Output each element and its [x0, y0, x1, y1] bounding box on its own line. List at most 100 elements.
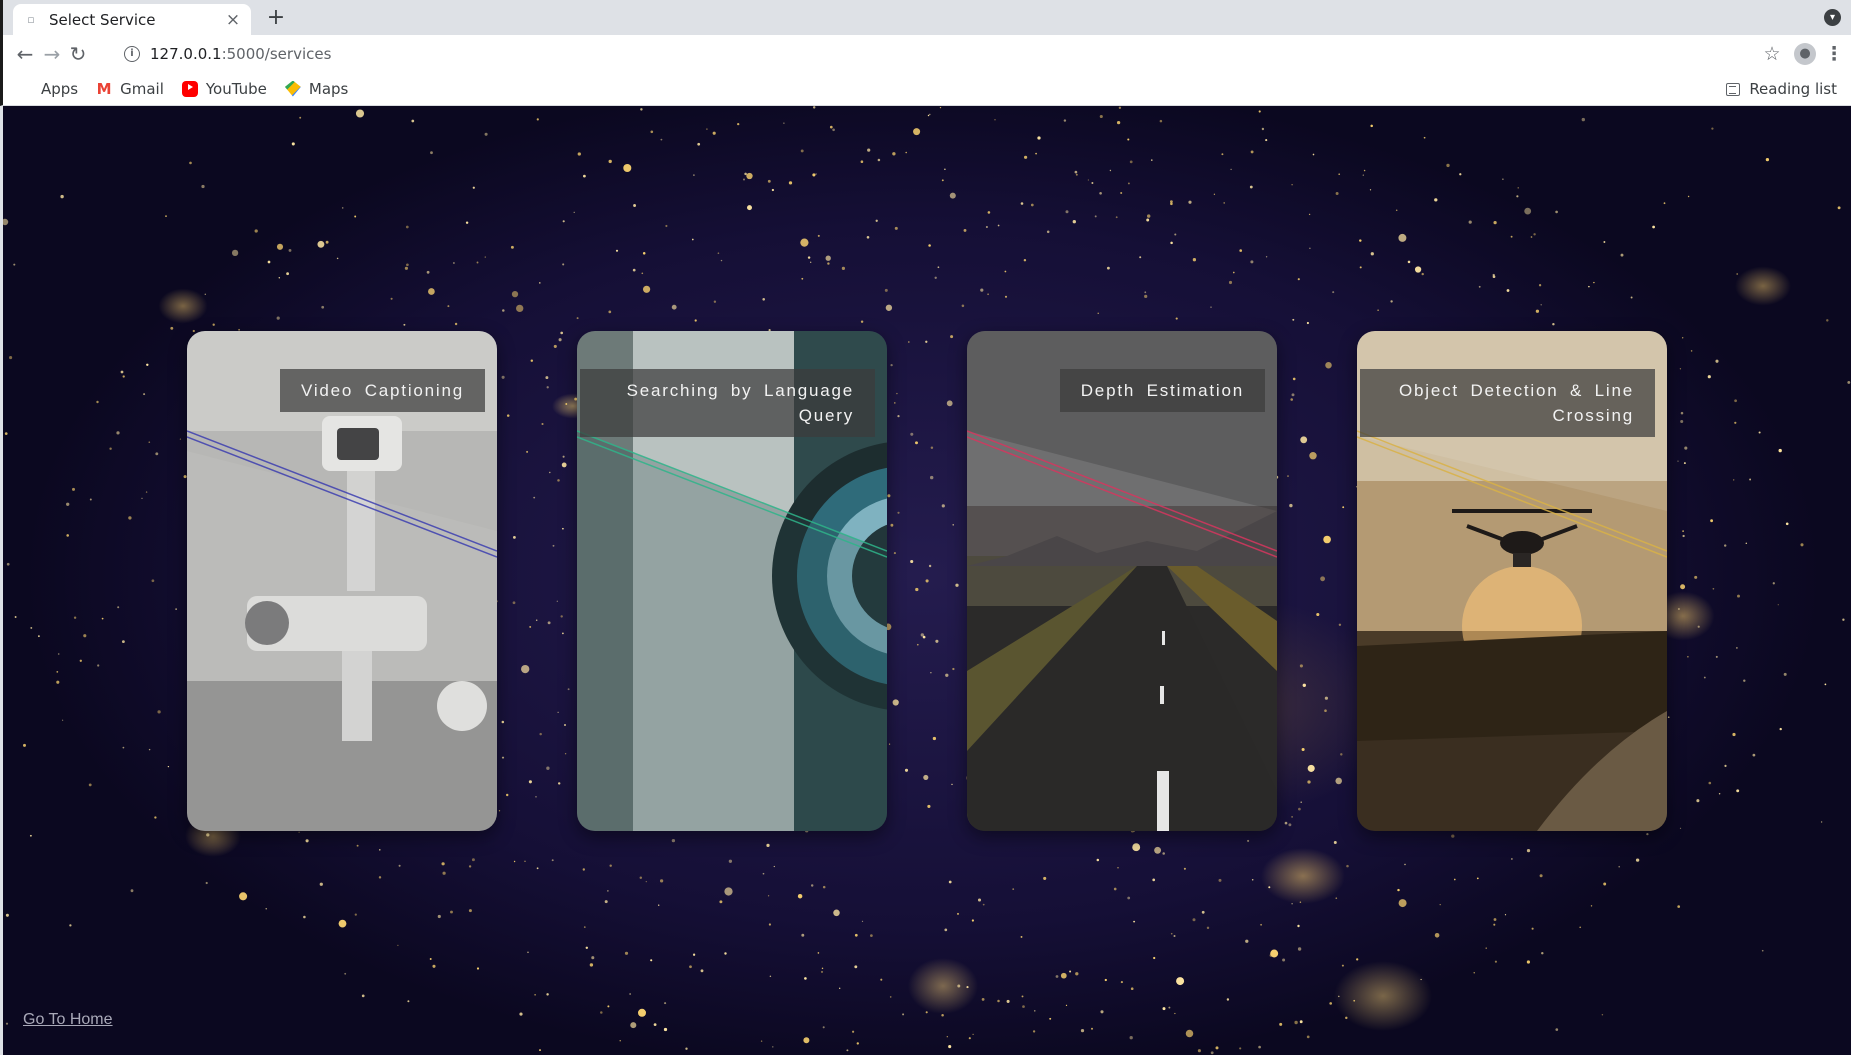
city-light — [454, 322, 458, 326]
service-card-depth-estimation[interactable]: Depth Estimation — [967, 331, 1277, 831]
city-light — [1398, 233, 1407, 242]
forward-icon[interactable]: → — [40, 42, 64, 66]
city-light — [671, 304, 677, 310]
city-light — [1552, 322, 1555, 326]
city-light — [737, 122, 740, 126]
url-host: 127.0.0.1 — [150, 45, 222, 63]
city-light — [513, 536, 516, 539]
city-light — [1291, 393, 1295, 397]
city-light — [1737, 594, 1740, 598]
service-card-video-captioning[interactable]: Video Captioning — [187, 331, 497, 831]
new-tab-button[interactable]: + — [265, 6, 287, 30]
city-light — [1188, 200, 1192, 204]
profile-avatar[interactable]: ● — [1794, 43, 1816, 65]
city-light — [97, 664, 100, 667]
city-light — [546, 766, 550, 770]
menu-icon[interactable]: ⋮ — [1821, 41, 1847, 67]
city-light — [511, 290, 519, 298]
city-light — [1261, 127, 1265, 131]
city-light — [1359, 266, 1362, 269]
bookmark-star-icon[interactable]: ☆ — [1759, 41, 1785, 67]
city-light — [1069, 970, 1072, 973]
city-light — [1129, 160, 1133, 164]
city-light — [800, 238, 809, 247]
city-light — [987, 211, 991, 214]
city-light — [913, 128, 921, 136]
go-to-home-link[interactable]: Go To Home — [23, 1011, 113, 1029]
city-light — [117, 606, 120, 609]
city-light — [892, 699, 899, 706]
city-light — [1703, 676, 1706, 679]
city-light — [1279, 1022, 1283, 1026]
city-light — [189, 161, 192, 165]
city-light — [1049, 1017, 1052, 1020]
city-light — [1476, 877, 1479, 880]
bookmark-gmail[interactable]: M Gmail — [96, 80, 164, 98]
city-light — [1446, 163, 1450, 168]
city-light — [1397, 888, 1400, 892]
close-tab-icon[interactable]: × — [225, 10, 241, 30]
bookmark-maps[interactable]: Maps — [284, 79, 349, 98]
city-light — [1307, 780, 1311, 784]
city-light — [141, 497, 143, 499]
city-light — [645, 880, 647, 883]
city-light — [267, 260, 271, 264]
city-light — [1390, 300, 1393, 303]
city-light — [1046, 230, 1050, 234]
city-light — [1291, 816, 1293, 818]
url-text: 127.0.0.1:5000/services — [150, 45, 331, 63]
city-light — [577, 152, 581, 156]
bookmark-apps[interactable]: Apps — [17, 80, 78, 98]
tab-search-icon[interactable]: ▾ — [1824, 9, 1841, 26]
city-light — [630, 1022, 637, 1029]
service-label: Searching by Language Query — [580, 369, 875, 437]
city-light — [902, 1013, 905, 1016]
reading-list-button[interactable]: Reading list — [1726, 72, 1837, 106]
site-info-icon[interactable]: i — [124, 46, 140, 62]
city-light — [941, 504, 945, 508]
city-light — [510, 245, 514, 249]
city-light — [546, 386, 549, 389]
city-light — [69, 924, 72, 927]
back-icon[interactable]: ← — [13, 42, 37, 66]
city-light — [441, 862, 445, 866]
address-bar[interactable]: i 127.0.0.1:5000/services — [116, 38, 1740, 70]
city-light — [1526, 848, 1531, 853]
city-light — [607, 1005, 610, 1008]
city-light — [1118, 106, 1122, 109]
city-light — [1298, 807, 1301, 811]
city-light — [484, 256, 486, 258]
city-light — [1531, 927, 1534, 930]
city-light — [591, 956, 595, 960]
city-light — [547, 621, 551, 625]
city-light — [1284, 821, 1288, 825]
city-light — [1120, 191, 1123, 195]
bookmark-youtube[interactable]: YouTube — [181, 80, 267, 98]
city-light — [1506, 289, 1510, 292]
city-light — [1232, 271, 1235, 274]
city-light — [860, 160, 864, 163]
city-light — [671, 838, 676, 843]
city-light — [1055, 975, 1059, 978]
city-light — [1312, 153, 1315, 156]
city-light — [762, 298, 765, 301]
bookmark-label: Maps — [308, 79, 349, 98]
service-card-language-query[interactable]: Searching by Language Query — [577, 331, 887, 831]
city-light — [888, 743, 891, 745]
service-card-object-detection[interactable]: Object Detection & Line Crossing — [1357, 331, 1667, 831]
city-light — [724, 887, 733, 896]
city-light — [948, 1045, 952, 1049]
city-light — [1800, 543, 1804, 547]
city-light — [206, 833, 210, 837]
city-light — [910, 559, 914, 564]
city-light — [1346, 864, 1349, 868]
city-light — [935, 639, 939, 643]
city-light — [535, 796, 537, 798]
city-light — [148, 748, 151, 751]
city-light — [946, 1036, 948, 1038]
city-light — [822, 1026, 825, 1029]
tab-select-service[interactable]: ▫ Select Service × — [13, 4, 251, 35]
city-light — [1696, 799, 1700, 803]
city-light — [519, 1012, 523, 1016]
reload-icon[interactable]: ↻ — [66, 42, 90, 66]
